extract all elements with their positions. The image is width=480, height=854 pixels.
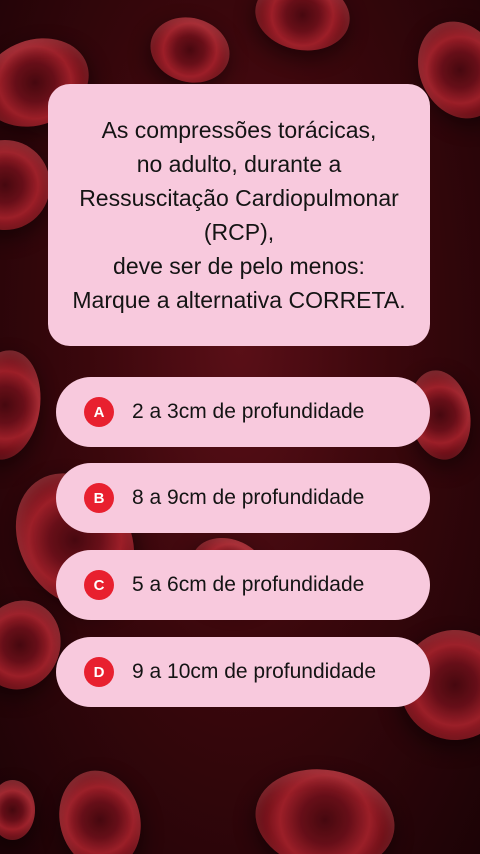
blood-cell — [0, 780, 35, 840]
option-a-button[interactable]: A 2 a 3cm de profundidade — [56, 377, 430, 447]
option-b-button[interactable]: B 8 a 9cm de profundidade — [56, 463, 430, 533]
option-d-button[interactable]: D 9 a 10cm de profundidade — [56, 637, 430, 707]
blood-cell — [48, 761, 152, 854]
blood-cell — [247, 758, 403, 854]
option-d-badge: D — [84, 657, 114, 687]
option-d-text: 9 a 10cm de profundidade — [132, 660, 377, 683]
option-a-badge: A — [84, 397, 114, 427]
blood-cell — [143, 8, 237, 92]
blood-cell — [249, 0, 356, 58]
option-c-text: 5 a 6cm de profundidade — [132, 573, 365, 596]
option-c-button[interactable]: C 5 a 6cm de profundidade — [56, 550, 430, 620]
question-text: As compressões torácicas, no adulto, dur… — [72, 117, 406, 313]
option-c-badge: C — [84, 570, 114, 600]
blood-cell — [0, 140, 50, 230]
question-card: As compressões torácicas, no adulto, dur… — [48, 84, 430, 346]
option-b-badge: B — [84, 483, 114, 513]
option-b-text: 8 a 9cm de profundidade — [132, 486, 365, 509]
option-a-text: 2 a 3cm de profundidade — [132, 400, 365, 423]
blood-cell — [0, 345, 48, 465]
